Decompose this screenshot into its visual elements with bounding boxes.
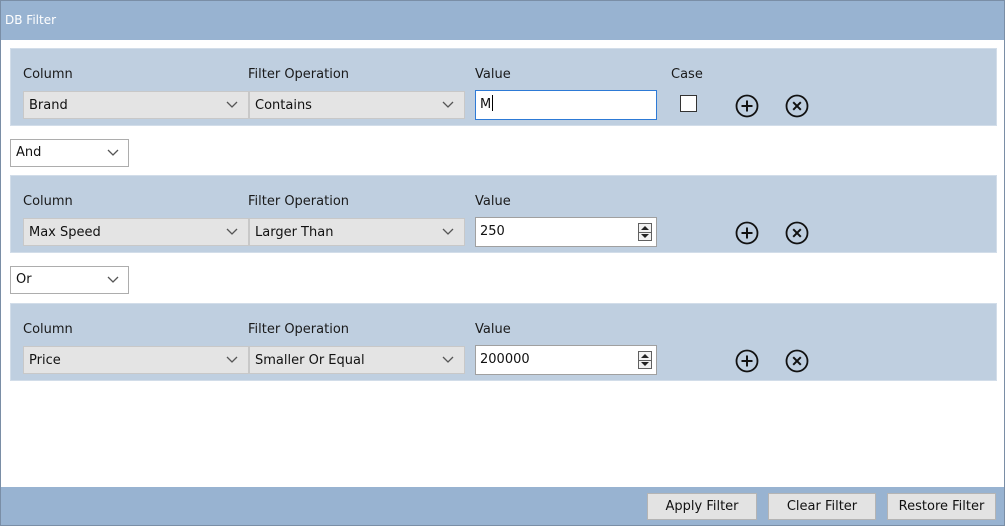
logic-operator-value: And [16, 145, 42, 160]
value-label: Value [475, 194, 511, 209]
logic-operator-select-2[interactable]: Or [10, 266, 129, 294]
filter-operation-select-value: Larger Than [255, 225, 334, 240]
remove-circle-icon[interactable] [784, 93, 810, 119]
value-input[interactable]: M [475, 90, 657, 120]
spin-down-icon[interactable] [639, 360, 651, 368]
add-circle-icon[interactable] [734, 348, 760, 374]
window-title: DB Filter [1, 1, 1004, 40]
chevron-down-icon [442, 101, 454, 108]
case-label: Case [671, 67, 703, 82]
filter-operation-label: Filter Operation [248, 67, 350, 82]
filter-operation-select[interactable]: Smaller Or Equal [249, 346, 465, 374]
column-label: Column [23, 67, 73, 82]
filter-operation-select[interactable]: Contains [249, 91, 465, 119]
value-label: Value [475, 322, 511, 337]
chevron-down-icon [226, 356, 238, 363]
chevron-down-icon [107, 276, 119, 283]
chevron-down-icon [442, 356, 454, 363]
filter-row-2: Column Filter Operation Value Max Speed … [10, 175, 997, 253]
filter-operation-label: Filter Operation [248, 194, 350, 209]
chevron-down-icon [226, 228, 238, 235]
apply-filter-button[interactable]: Apply Filter [647, 493, 757, 520]
value-input-text: 200000 [480, 352, 530, 367]
value-input-text: M [480, 97, 492, 112]
filter-operation-select[interactable]: Larger Than [249, 218, 465, 246]
column-select-value: Max Speed [29, 225, 101, 240]
clear-filter-button[interactable]: Clear Filter [768, 493, 876, 520]
column-select[interactable]: Brand [23, 91, 249, 119]
filter-operation-label: Filter Operation [248, 322, 350, 337]
add-circle-icon[interactable] [734, 220, 760, 246]
logic-operator-select-1[interactable]: And [10, 139, 129, 167]
column-label: Column [23, 322, 73, 337]
spin-down-icon[interactable] [639, 232, 651, 240]
restore-filter-button[interactable]: Restore Filter [887, 493, 996, 520]
chevron-down-icon [107, 149, 119, 156]
column-select-value: Brand [29, 98, 68, 113]
chevron-down-icon [442, 228, 454, 235]
column-label: Column [23, 194, 73, 209]
filter-operation-select-value: Smaller Or Equal [255, 353, 365, 368]
column-select[interactable]: Price [23, 346, 249, 374]
chevron-down-icon [226, 101, 238, 108]
case-checkbox[interactable] [680, 95, 697, 112]
add-circle-icon[interactable] [734, 93, 760, 119]
logic-operator-value: Or [16, 272, 32, 287]
text-caret [492, 95, 494, 111]
footer-bar: Apply Filter Clear Filter Restore Filter [1, 487, 1004, 525]
column-select[interactable]: Max Speed [23, 218, 249, 246]
spinner-arrows-icon[interactable] [638, 351, 652, 369]
filter-operation-select-value: Contains [255, 98, 312, 113]
filter-row-1: Column Filter Operation Value Case Brand… [10, 48, 997, 126]
remove-circle-icon[interactable] [784, 348, 810, 374]
value-input-text: 250 [480, 224, 505, 239]
remove-circle-icon[interactable] [784, 220, 810, 246]
filter-row-3: Column Filter Operation Value Price Smal… [10, 303, 997, 381]
spinner-arrows-icon[interactable] [638, 223, 652, 241]
column-select-value: Price [29, 353, 61, 368]
value-spin-input[interactable]: 250 [475, 217, 657, 247]
value-label: Value [475, 67, 511, 82]
db-filter-window: DB Filter Column Filter Operation Value … [0, 0, 1005, 526]
value-spin-input[interactable]: 200000 [475, 345, 657, 375]
